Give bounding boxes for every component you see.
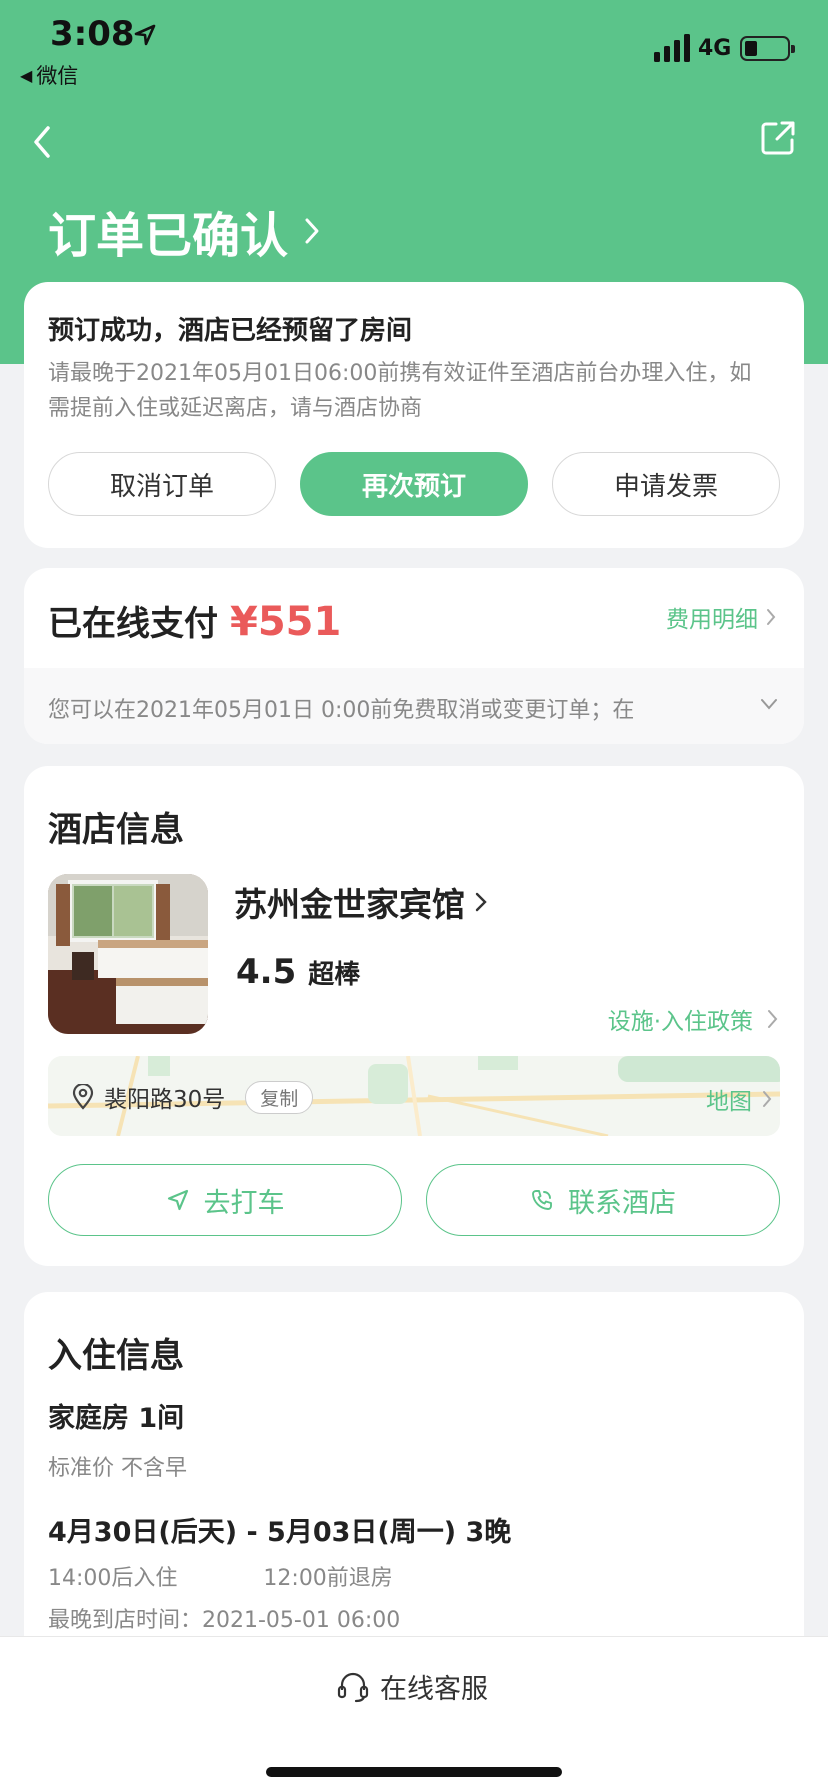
chevron-right-icon	[767, 609, 776, 625]
contact-hotel-label: 联系酒店	[568, 1187, 676, 1219]
map-link-label: 地图	[706, 1089, 752, 1115]
chevron-right-icon	[768, 1010, 778, 1028]
payment-card: 已在线支付 ¥551 费用明细 您可以在2021年05月01日 0:00前免费取…	[24, 568, 804, 744]
payment-label: 已在线支付	[48, 604, 218, 644]
confirmation-description: 请最晚于2021年05月01日06:00前携有效证件至酒店前台办理入住，如需提前…	[48, 361, 752, 421]
request-invoice-button[interactable]: 申请发票	[552, 452, 780, 516]
chevron-down-icon	[761, 699, 777, 710]
cancel-policy-row[interactable]: 您可以在2021年05月01日 0:00前免费取消或变更订单；在	[24, 668, 804, 744]
stay-info-card: 入住信息 家庭房 1间 标准价 不含早 4月30日(后天) - 5月03日(周一…	[24, 1292, 804, 1672]
status-time: 3:08	[50, 14, 135, 54]
payment-summary: 已在线支付 ¥551	[48, 596, 341, 645]
hotel-section-title: 酒店信息	[48, 810, 184, 850]
rebook-button[interactable]: 再次预订	[300, 452, 528, 516]
headset-icon	[337, 1672, 369, 1702]
address-text: 裴阳路30号	[104, 1087, 226, 1113]
phone-icon	[532, 1190, 552, 1210]
contact-hotel-button[interactable]: 联系酒店	[426, 1164, 780, 1236]
check-out-time: 12:00前退房	[263, 1566, 393, 1591]
navigation-arrow-icon	[167, 1189, 188, 1211]
bottom-bar: 在线客服	[0, 1636, 828, 1792]
hotel-rating: 4.5 超棒	[234, 952, 360, 992]
payment-amount: ¥551	[230, 599, 342, 645]
fee-detail-label: 费用明细	[666, 607, 758, 633]
confirmation-title: 预订成功，酒店已经预留了房间	[48, 316, 413, 346]
order-status-title[interactable]: 订单已确认	[48, 196, 322, 266]
checkin-times: 14:00后入住 12:00前退房	[48, 1560, 393, 1592]
hotel-name-link[interactable]: 苏州金世家宾馆	[234, 878, 487, 926]
room-type: 家庭房 1间	[48, 1403, 185, 1434]
back-app-label: 微信	[36, 64, 79, 88]
back-arrow-icon[interactable]	[28, 122, 58, 162]
rating-label: 超棒	[308, 960, 361, 990]
rate-plan: 标准价 不含早	[48, 1456, 187, 1481]
share-icon[interactable]	[760, 120, 796, 156]
location-arrow-icon	[134, 24, 156, 46]
chevron-right-icon	[305, 218, 319, 244]
cancel-policy-text: 您可以在2021年05月01日 0:00前免费取消或变更订单；在	[48, 698, 635, 723]
back-to-app[interactable]: ◀ 微信	[20, 60, 78, 90]
hotel-address: 裴阳路30号 复制	[72, 1080, 314, 1114]
online-service-label: 在线客服	[380, 1674, 488, 1705]
facilities-policy-link[interactable]: 设施·入住政策	[608, 1002, 778, 1036]
facilities-policy-label: 设施·入住政策	[607, 1009, 753, 1035]
confirmation-card: 预订成功，酒店已经预留了房间 请最晚于2021年05月01日06:00前携有效证…	[24, 282, 804, 548]
hotel-name: 苏州金世家宾馆	[234, 885, 465, 924]
map-preview[interactable]: 裴阳路30号 复制 地图	[48, 1056, 780, 1136]
fee-detail-link[interactable]: 费用明细	[666, 600, 776, 634]
stay-section-title: 入住信息	[48, 1336, 184, 1376]
cancel-order-button[interactable]: 取消订单	[48, 452, 276, 516]
map-pin-icon	[72, 1084, 94, 1110]
online-service-button[interactable]: 在线客服	[336, 1667, 488, 1706]
status-bar: 3:08 ◀ 微信 4G	[0, 0, 828, 96]
map-link[interactable]: 地图	[706, 1082, 772, 1116]
hotel-photo[interactable]	[48, 874, 208, 1034]
battery-icon	[740, 36, 795, 61]
hotel-info-card: 酒店信息 苏州金世家宾馆 4.5 超棒 设施·入住政策 裴阳路30号 复制 地图…	[24, 766, 804, 1266]
chevron-right-icon	[475, 892, 487, 912]
signal-icon	[654, 34, 690, 62]
check-in-time: 14:00后入住	[48, 1566, 178, 1591]
home-indicator	[266, 1767, 562, 1777]
latest-arrival-time: 最晚到店时间：2021-05-01 06:00	[48, 1608, 401, 1633]
rating-score: 4.5	[234, 952, 299, 992]
stay-dates: 4月30日(后天) - 5月03日(周一) 3晚	[48, 1517, 512, 1548]
copy-address-button[interactable]: 复制	[245, 1080, 314, 1114]
chevron-right-icon	[763, 1091, 772, 1107]
taxi-button[interactable]: 去打车	[48, 1164, 402, 1236]
taxi-button-label: 去打车	[203, 1187, 285, 1219]
network-type: 4G	[698, 36, 732, 61]
back-triangle-icon: ◀	[20, 65, 33, 85]
page-title: 订单已确认	[48, 208, 289, 264]
